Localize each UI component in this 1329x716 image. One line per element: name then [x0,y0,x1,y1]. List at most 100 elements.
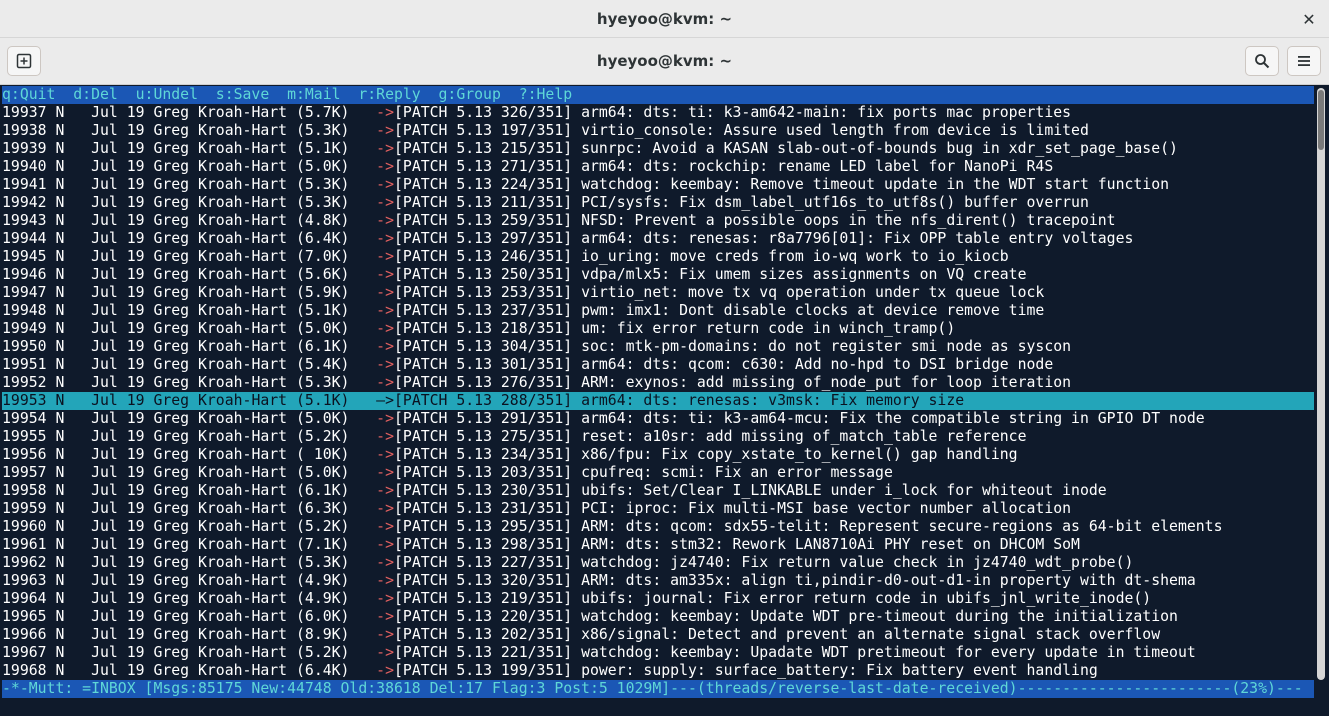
message-number: 19966 [2,626,56,643]
message-date: Jul 19 [91,644,154,661]
message-row[interactable]: 19968 N Jul 19 Greg Kroah-Hart (6.4K) ->… [2,662,1314,680]
message-date: Jul 19 [91,212,154,229]
message-subject: [PATCH 5.13 227/351] watchdog: jz4740: F… [394,554,1134,571]
message-row[interactable]: 19957 N Jul 19 Greg Kroah-Hart (5.0K) ->… [2,464,1314,482]
message-subject: [PATCH 5.13 230/351] ubifs: Set/Clear I_… [394,482,1107,499]
message-row[interactable]: 19960 N Jul 19 Greg Kroah-Hart (5.2K) ->… [2,518,1314,536]
message-date: Jul 19 [91,500,154,517]
message-flag: N [55,230,92,247]
thread-arrow: -> [358,230,394,247]
message-size: (6.4K) [296,662,359,679]
message-row[interactable]: 19944 N Jul 19 Greg Kroah-Hart (6.4K) ->… [2,230,1314,248]
message-flag: N [55,662,92,679]
message-size: (5.3K) [296,194,359,211]
message-date: Jul 19 [91,122,154,139]
thread-arrow: —> [358,392,394,409]
message-size: (5.0K) [296,320,359,337]
message-row[interactable]: 19961 N Jul 19 Greg Kroah-Hart (7.1K) ->… [2,536,1314,554]
message-flag: N [55,248,92,265]
thread-arrow: -> [358,500,394,517]
message-size: (8.9K) [296,626,359,643]
message-row[interactable]: 19963 N Jul 19 Greg Kroah-Hart (4.9K) ->… [2,572,1314,590]
message-row[interactable]: 19964 N Jul 19 Greg Kroah-Hart (4.9K) ->… [2,590,1314,608]
message-row[interactable]: 19940 N Jul 19 Greg Kroah-Hart (5.0K) ->… [2,158,1314,176]
menu-button[interactable] [1287,46,1321,76]
message-subject: [PATCH 5.13 271/351] arm64: dts: rockchi… [394,158,1054,175]
message-size: (5.4K) [296,356,359,373]
message-row[interactable]: 19962 N Jul 19 Greg Kroah-Hart (5.3K) ->… [2,554,1314,572]
message-number: 19950 [2,338,56,355]
message-flag: N [55,608,92,625]
message-row[interactable]: 19951 N Jul 19 Greg Kroah-Hart (5.4K) ->… [2,356,1314,374]
search-button[interactable] [1245,46,1279,76]
message-from: Greg Kroah-Hart [153,248,296,265]
message-flag: N [55,410,92,427]
message-from: Greg Kroah-Hart [153,266,296,283]
message-flag: N [55,176,92,193]
message-subject: [PATCH 5.13 253/351] virtio_net: move tx… [394,284,1045,301]
message-date: Jul 19 [91,392,154,409]
message-date: Jul 19 [91,572,154,589]
message-from: Greg Kroah-Hart [153,122,296,139]
message-flag: N [55,158,92,175]
message-number: 19963 [2,572,56,589]
message-size: (5.7K) [296,104,359,121]
message-size: (5.2K) [296,644,359,661]
message-row[interactable]: 19943 N Jul 19 Greg Kroah-Hart (4.8K) ->… [2,212,1314,230]
message-size: (6.3K) [296,500,359,517]
message-subject: [PATCH 5.13 202/351] x86/signal: Detect … [394,626,1161,643]
message-row[interactable]: 19939 N Jul 19 Greg Kroah-Hart (5.1K) ->… [2,140,1314,158]
message-row[interactable]: 19937 N Jul 19 Greg Kroah-Hart (5.7K) ->… [2,104,1314,122]
message-date: Jul 19 [91,428,154,445]
message-row[interactable]: 19955 N Jul 19 Greg Kroah-Hart (5.2K) ->… [2,428,1314,446]
message-from: Greg Kroah-Hart [153,374,296,391]
message-row[interactable]: 19956 N Jul 19 Greg Kroah-Hart ( 10K) ->… [2,446,1314,464]
scrollbar-thumb[interactable] [1318,90,1324,150]
message-row[interactable]: 19941 N Jul 19 Greg Kroah-Hart (5.3K) ->… [2,176,1314,194]
new-tab-button[interactable] [7,46,41,76]
message-date: Jul 19 [91,464,154,481]
message-row[interactable]: 19954 N Jul 19 Greg Kroah-Hart (5.0K) ->… [2,410,1314,428]
message-row[interactable]: 19946 N Jul 19 Greg Kroah-Hart (5.6K) ->… [2,266,1314,284]
message-row[interactable]: 19945 N Jul 19 Greg Kroah-Hart (7.0K) ->… [2,248,1314,266]
message-row[interactable]: 19949 N Jul 19 Greg Kroah-Hart (5.0K) ->… [2,320,1314,338]
message-size: (6.4K) [296,230,359,247]
message-row[interactable]: 19942 N Jul 19 Greg Kroah-Hart (5.3K) ->… [2,194,1314,212]
message-row[interactable]: 19947 N Jul 19 Greg Kroah-Hart (5.9K) ->… [2,284,1314,302]
message-row-selected[interactable]: 19953 N Jul 19 Greg Kroah-Hart (5.1K) —>… [2,392,1314,410]
message-row[interactable]: 19938 N Jul 19 Greg Kroah-Hart (5.3K) ->… [2,122,1314,140]
message-from: Greg Kroah-Hart [153,428,296,445]
message-flag: N [55,392,92,409]
message-number: 19954 [2,410,56,427]
message-row[interactable]: 19967 N Jul 19 Greg Kroah-Hart (5.2K) ->… [2,644,1314,662]
message-date: Jul 19 [91,320,154,337]
message-row[interactable]: 19958 N Jul 19 Greg Kroah-Hart (6.1K) ->… [2,482,1314,500]
message-flag: N [55,428,92,445]
message-number: 19948 [2,302,56,319]
message-flag: N [55,140,92,157]
thread-arrow: -> [358,464,394,481]
message-row[interactable]: 19950 N Jul 19 Greg Kroah-Hart (6.1K) ->… [2,338,1314,356]
message-row[interactable]: 19966 N Jul 19 Greg Kroah-Hart (8.9K) ->… [2,626,1314,644]
message-date: Jul 19 [91,284,154,301]
message-row[interactable]: 19948 N Jul 19 Greg Kroah-Hart (5.1K) ->… [2,302,1314,320]
message-size: (4.9K) [296,572,359,589]
message-row[interactable]: 19959 N Jul 19 Greg Kroah-Hart (6.3K) ->… [2,500,1314,518]
thread-arrow: -> [358,356,394,373]
message-row[interactable]: 19965 N Jul 19 Greg Kroah-Hart (6.0K) ->… [2,608,1314,626]
message-size: (5.0K) [296,410,359,427]
message-number: 19958 [2,482,56,499]
message-flag: N [55,356,92,373]
message-size: ( 10K) [296,446,359,463]
terminal-content[interactable]: q:Quit d:Del u:Undel s:Save m:Mail r:Rep… [0,86,1329,716]
message-row[interactable]: 19952 N Jul 19 Greg Kroah-Hart (5.3K) ->… [2,374,1314,392]
message-number: 19939 [2,140,56,157]
message-from: Greg Kroah-Hart [153,500,296,517]
message-number: 19956 [2,446,56,463]
message-from: Greg Kroah-Hart [153,176,296,193]
message-subject: [PATCH 5.13 259/351] NFSD: Prevent a pos… [394,212,1116,229]
message-flag: N [55,464,92,481]
terminal-scrollbar[interactable] [1317,88,1325,680]
close-icon[interactable]: ✕ [1299,9,1319,29]
thread-arrow: -> [358,428,394,445]
